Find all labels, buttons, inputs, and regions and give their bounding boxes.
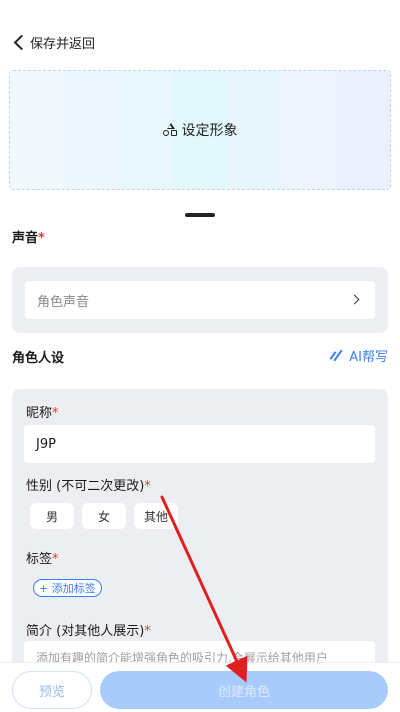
required-mark: *	[38, 231, 45, 246]
ai-help-button[interactable]: AI帮写	[332, 346, 388, 365]
set-avatar-button[interactable]: 设定形象	[162, 120, 238, 140]
required-mark: *	[144, 479, 151, 494]
ai-help-label: AI帮写	[349, 350, 388, 365]
back-button[interactable]: 保存并返回	[0, 24, 400, 60]
required-mark: *	[52, 406, 59, 421]
persona-section-title: 角色人设	[12, 351, 65, 366]
shapes-icon	[162, 123, 178, 137]
avatar-stripe	[10, 71, 65, 189]
gender-option-female[interactable]: 女	[82, 503, 126, 529]
gender-label-text: 性别 (不可二次更改)	[26, 479, 145, 494]
tags-label: 标签*	[26, 548, 59, 567]
back-label: 保存并返回	[30, 36, 96, 52]
intro-label-text: 简介 (对其他人展示)	[26, 624, 145, 639]
nickname-value: J9P	[36, 436, 56, 452]
nickname-label-text: 昵称	[26, 406, 53, 421]
set-avatar-area[interactable]: 设定形象	[9, 70, 391, 190]
preview-button[interactable]: 预览	[12, 671, 92, 709]
gender-options: 男 女 其他	[30, 503, 178, 529]
required-mark: *	[52, 552, 59, 567]
voice-card: 角色声音	[12, 267, 388, 333]
drag-handle[interactable]	[185, 213, 215, 217]
required-mark: *	[144, 624, 151, 639]
create-character-button[interactable]: 创建角色	[100, 671, 388, 709]
magic-wand-icon	[332, 349, 346, 363]
intro-label: 简介 (对其他人展示)*	[26, 620, 151, 639]
nickname-label: 昵称*	[26, 402, 59, 421]
tags-label-text: 标签	[26, 552, 53, 567]
voice-section-label: 声音	[12, 231, 39, 246]
voice-select[interactable]: 角色声音	[25, 281, 375, 319]
avatar-stripe	[335, 71, 390, 189]
gender-label: 性别 (不可二次更改)*	[26, 475, 151, 494]
avatar-stripe	[281, 71, 336, 189]
nickname-input[interactable]: J9P	[24, 425, 375, 463]
voice-section-title: 声音*	[12, 227, 45, 246]
gender-option-other[interactable]: 其他	[134, 503, 178, 529]
add-tag-button[interactable]: + 添加标签	[33, 579, 102, 597]
chevron-left-icon	[12, 35, 26, 49]
bottom-action-bar: 预览 创建角色	[0, 662, 400, 712]
set-avatar-label: 设定形象	[181, 123, 238, 139]
voice-placeholder: 角色声音	[37, 294, 90, 310]
chevron-right-icon	[351, 295, 361, 305]
avatar-stripe	[64, 71, 119, 189]
gender-option-male[interactable]: 男	[30, 503, 74, 529]
persona-card: 昵称* J9P 性别 (不可二次更改)* 男 女 其他 标签* + 添加标签 简…	[12, 389, 388, 689]
